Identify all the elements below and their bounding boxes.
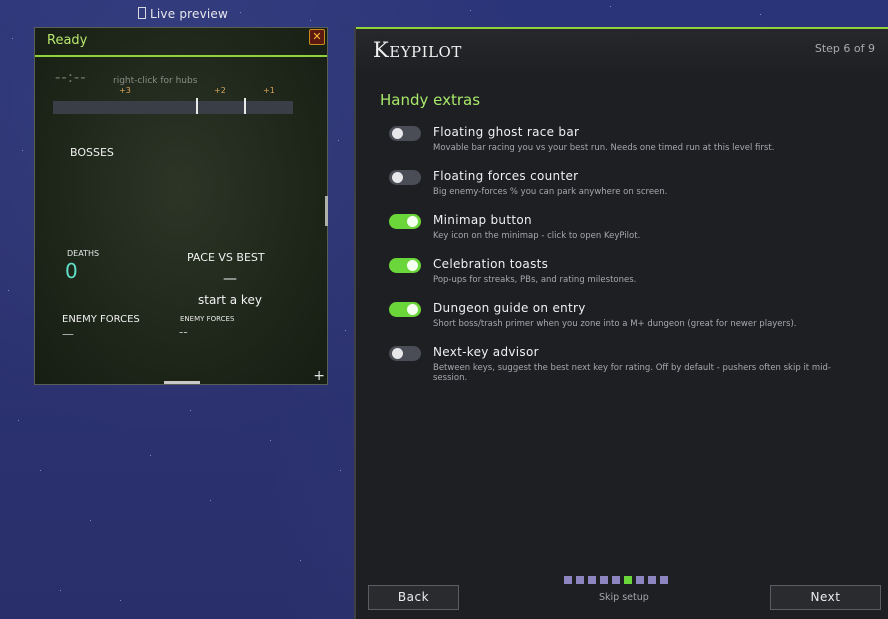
progress-track (53, 101, 293, 114)
toggle-knob (407, 304, 418, 315)
tick-plus1 (244, 98, 246, 114)
deaths-value: 0 (65, 259, 78, 283)
timer-readout: --:-- (55, 68, 87, 86)
toggle-minimap-button[interactable] (389, 214, 421, 229)
wizard-accent-bar (356, 27, 888, 29)
toggle-knob (392, 172, 403, 183)
option-label: Floating forces counter (433, 169, 579, 183)
step-dot (636, 576, 644, 584)
toggle-forces-counter[interactable] (389, 170, 421, 185)
bosses-label: BOSSES (70, 146, 114, 159)
next-button[interactable]: Next (770, 585, 881, 610)
step-dot (564, 576, 572, 584)
setup-wizard: KEYPILOT Step 6 of 9 Handy extras Floati… (354, 27, 888, 619)
marker-plus3: +3 (119, 86, 131, 95)
option-description: Big enemy-forces % you can park anywhere… (433, 187, 668, 197)
start-key-text: start a key (198, 293, 262, 307)
option-description: Pop-ups for streaks, PBs, and rating mil… (433, 275, 637, 285)
enemy-forces-value: — (62, 327, 74, 341)
live-preview-label: Live preview (138, 7, 228, 21)
toggle-next-key-advisor[interactable] (389, 346, 421, 361)
option-description: Key icon on the minimap - click to open … (433, 231, 641, 241)
enemy-forces-label-small: ENEMY FORCES (180, 315, 235, 323)
toggle-ghost-race-bar[interactable] (389, 126, 421, 141)
section-title: Handy extras (380, 91, 481, 109)
deaths-label: DEATHS (67, 249, 100, 258)
option-description: Short boss/trash primer when you zone in… (433, 319, 797, 329)
preview-accent-bar (35, 55, 327, 57)
option-label: Next-key advisor (433, 345, 539, 359)
toggle-knob (392, 348, 403, 359)
pace-label: PACE VS BEST (187, 251, 265, 264)
toggle-knob (407, 216, 418, 227)
hubs-hint: right-click for hubs (113, 76, 198, 86)
toggle-knob (407, 260, 418, 271)
step-indicator: Step 6 of 9 (814, 42, 875, 55)
step-dot-active (624, 576, 632, 584)
enemy-forces-value-small: -- (179, 325, 188, 339)
back-button[interactable]: Back (368, 585, 459, 610)
enemy-forces-label: ENEMY FORCES (62, 314, 140, 325)
step-dot (648, 576, 656, 584)
close-icon[interactable]: ✕ (309, 29, 325, 45)
option-description: Movable bar racing you vs your best run.… (433, 143, 775, 153)
option-label: Floating ghost race bar (433, 125, 580, 139)
step-dot (576, 576, 584, 584)
pace-value: — (223, 271, 237, 287)
step-progress-dots (564, 576, 668, 584)
skip-setup-link[interactable]: Skip setup (599, 592, 649, 603)
preview-title: Ready (47, 33, 88, 48)
step-dot (660, 576, 668, 584)
resize-handle[interactable] (164, 381, 200, 384)
brand-logo: KEYPILOT (373, 38, 462, 62)
step-dot (588, 576, 596, 584)
scroll-handle[interactable] (325, 196, 328, 226)
live-preview-panel[interactable]: Ready ✕ --:-- right-click for hubs +3 +2… (34, 27, 328, 385)
option-label: Celebration toasts (433, 257, 549, 271)
option-label: Minimap button (433, 213, 532, 227)
step-dot (612, 576, 620, 584)
option-description: Between keys, suggest the best next key … (433, 363, 831, 383)
toggle-celebration-toasts[interactable] (389, 258, 421, 273)
checkbox-icon (138, 7, 146, 19)
tick-plus2 (196, 98, 198, 114)
toggle-knob (392, 128, 403, 139)
marker-plus2: +2 (214, 86, 226, 95)
marker-plus1: +1 (263, 86, 275, 95)
step-dot (600, 576, 608, 584)
option-label: Dungeon guide on entry (433, 301, 586, 315)
plus-icon[interactable]: + (313, 369, 325, 383)
toggle-dungeon-guide[interactable] (389, 302, 421, 317)
